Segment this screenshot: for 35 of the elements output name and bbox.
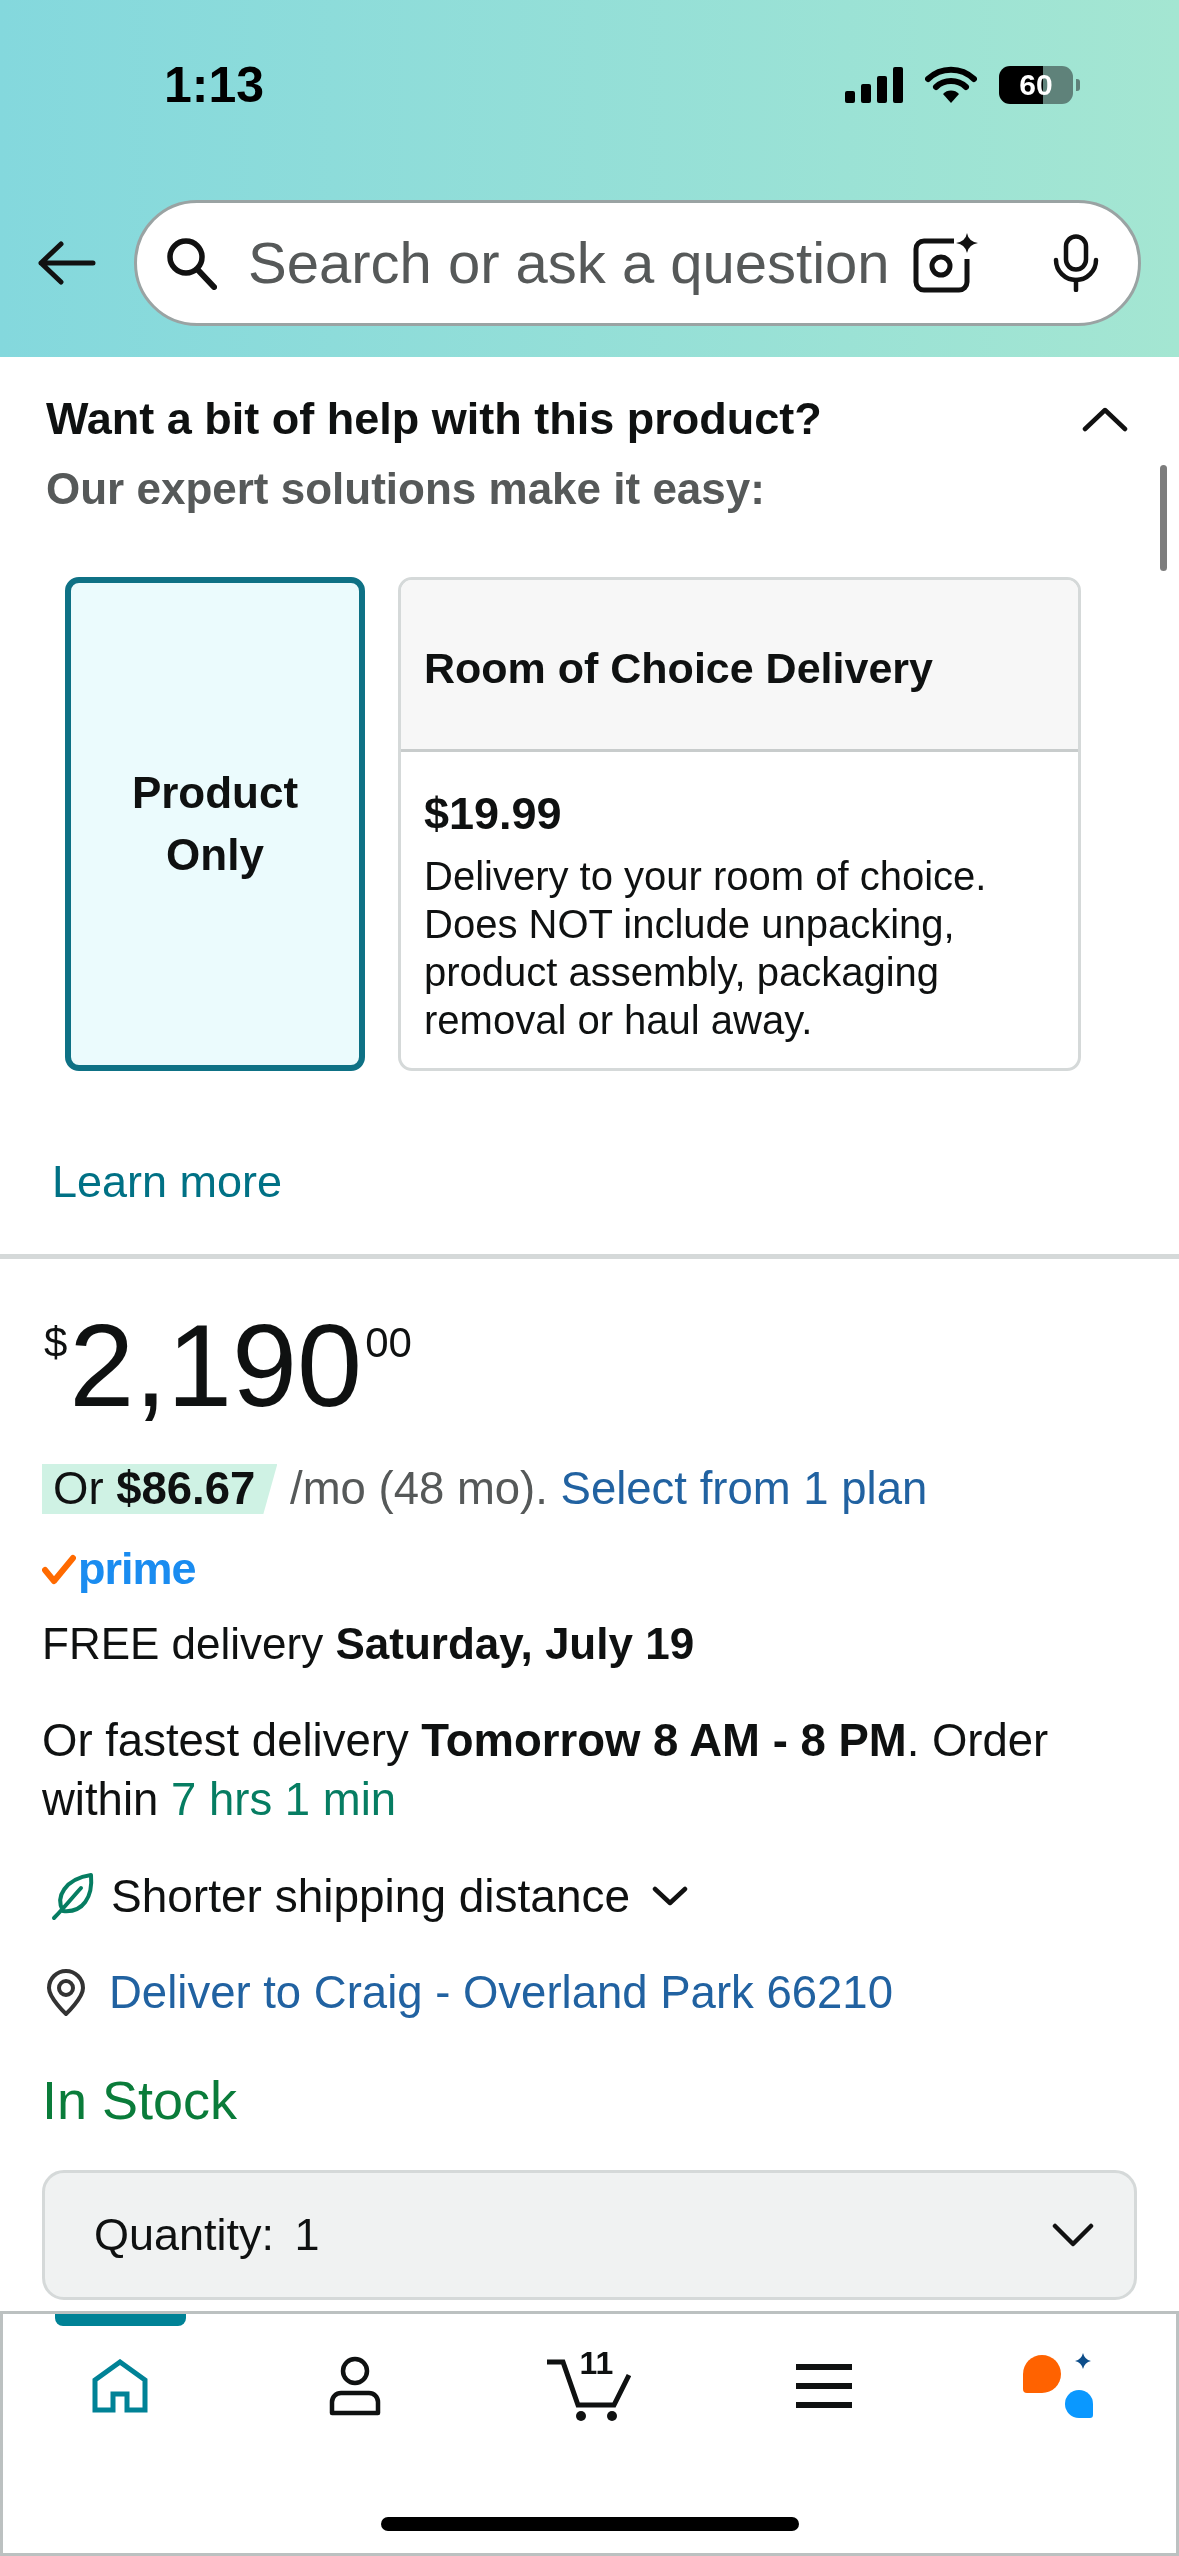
section-title: Want a bit of help with this product? — [46, 393, 822, 445]
search-bar[interactable]: Search or ask a question — [134, 200, 1141, 326]
option-description: Delivery to your room of choice. Does NOT include unpacking, product assembly, packaging removal or haul away. — [424, 853, 988, 1044]
camera-sparkle-icon[interactable] — [912, 233, 978, 293]
leaf-icon — [51, 1871, 95, 1921]
house-icon — [92, 2359, 149, 2413]
status-time: 1:13 — [164, 57, 265, 113]
chevron-up-icon[interactable] — [1082, 406, 1128, 432]
wifi-icon — [925, 66, 977, 104]
option-title: Room of Choice Delivery — [401, 580, 1078, 752]
option-card[interactable]: Room of Choice Delivery $19.99 Delivery to your room of choice. Does NOT include unpacking, product assembly, packaging removal or haul away. — [398, 577, 1081, 1071]
back-arrow-icon[interactable] — [36, 240, 96, 286]
option-price: $19.99 — [424, 788, 563, 840]
free-delivery-text: FREE delivery Saturday, July 19 — [42, 1618, 695, 1670]
battery-indicator: 60 — [999, 66, 1080, 104]
select-plan-link[interactable]: Select from 1 plan — [560, 1463, 928, 1514]
shipping-distance-toggle[interactable]: Shorter shipping distance — [51, 1868, 689, 1924]
deliver-to-link[interactable]: Deliver to Craig - Overland Park 66210 — [45, 1965, 893, 2021]
option-card[interactable]: Product Only — [65, 577, 365, 1071]
section-subtitle: Our expert solutions make it easy: — [46, 463, 765, 515]
check-mark-icon — [42, 1553, 76, 1585]
menu-icon — [796, 2364, 853, 2408]
search-icon — [165, 236, 217, 290]
search-field[interactable]: Search or ask a question — [248, 228, 904, 298]
quantity-dropdown[interactable]: Quantity: 1 — [42, 2170, 1137, 2300]
signal-icon — [845, 67, 903, 103]
stock-status: In Stock — [42, 2069, 238, 2132]
learn-more-link[interactable]: Learn more — [52, 1156, 283, 1208]
chevron-down-icon — [1052, 2223, 1094, 2247]
location-pin-icon — [45, 1969, 87, 2017]
microphone-icon[interactable] — [1051, 234, 1101, 292]
fastest-delivery-text: Or fastest delivery Tomorrow 8 AM - 8 PM. Order within 7 hrs 1 min — [42, 1714, 1050, 1827]
prime-label: prime — [78, 1547, 196, 1591]
financing-offer: Or $86.67 /mo (48 mo). Select from 1 plan — [42, 1463, 928, 1515]
cart-tab[interactable]: 11 — [524, 2314, 655, 2422]
